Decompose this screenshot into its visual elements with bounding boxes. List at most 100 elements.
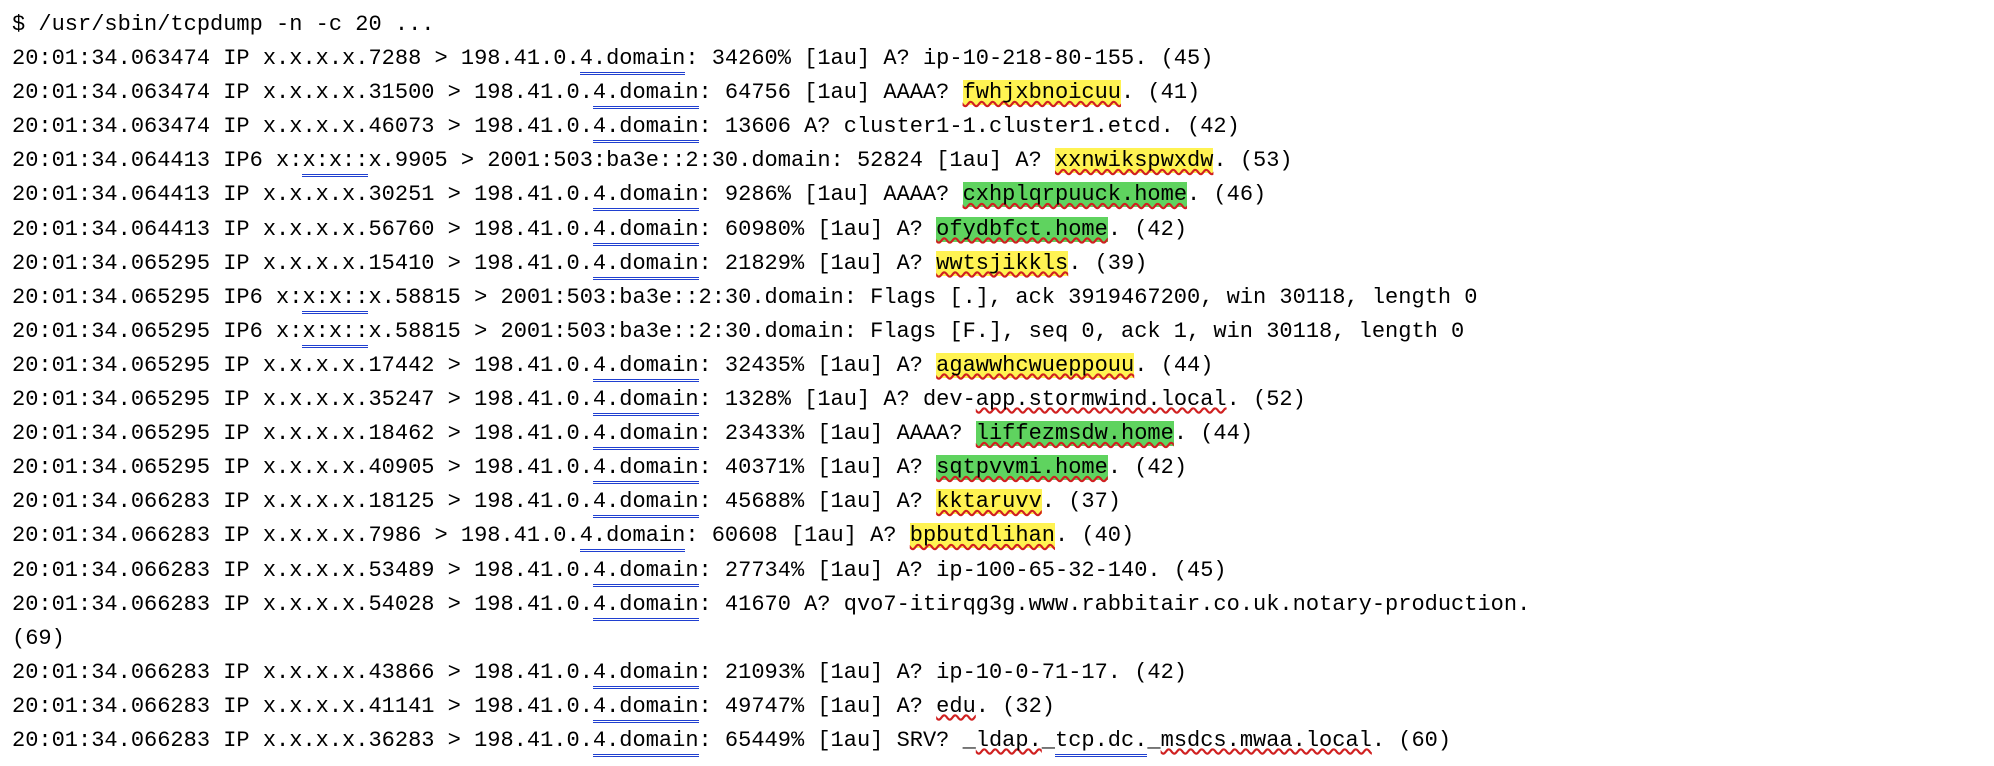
text-segment: 20:01:34.066283 IP x.x.x.x.43866 > 198.4… xyxy=(12,660,593,685)
text-segment: . (40) xyxy=(1055,523,1134,548)
text-segment: : 21093% [1au] A? ip-10-0-71-17. (42) xyxy=(699,660,1187,685)
text-segment: 4.domain xyxy=(593,251,699,280)
text-segment: liffezmsdw.home xyxy=(976,421,1174,446)
tcpdump-line-4: 20:01:34.064413 IP x.x.x.x.30251 > 198.4… xyxy=(12,178,1982,212)
text-segment: 20:01:34.065295 IP6 x: xyxy=(12,285,302,310)
text-segment: 4.domain xyxy=(593,558,699,587)
text-segment: . (37) xyxy=(1042,489,1121,514)
text-segment: . (42) xyxy=(1108,217,1187,242)
text-segment: . (44) xyxy=(1174,421,1253,446)
tcpdump-line-16: 20:01:34.066283 IP x.x.x.x.54028 > 198.4… xyxy=(12,588,1982,622)
text-segment: : 13606 A? cluster1-1.cluster1.etcd. (42… xyxy=(699,114,1240,139)
text-segment: x.58815 > 2001:503:ba3e::2:30.domain: Fl… xyxy=(368,319,1464,344)
text-segment: 20:01:34.066283 IP x.x.x.x.36283 > 198.4… xyxy=(12,728,593,753)
text-segment: ofydbfct.home xyxy=(936,217,1108,242)
text-segment: 4.domain xyxy=(593,455,699,484)
tcpdump-line-6: 20:01:34.065295 IP x.x.x.x.15410 > 198.4… xyxy=(12,247,1982,281)
text-segment: : 27734% [1au] A? ip-100-65-32-140. (45) xyxy=(699,558,1227,583)
tcpdump-line-5: 20:01:34.064413 IP x.x.x.x.56760 > 198.4… xyxy=(12,213,1982,247)
tcpdump-line-8: 20:01:34.065295 IP6 x:x:x::x.58815 > 200… xyxy=(12,315,1982,349)
text-segment: (69) xyxy=(12,626,65,651)
tcpdump-line-12: 20:01:34.065295 IP x.x.x.x.40905 > 198.4… xyxy=(12,451,1982,485)
text-segment: 4.domain xyxy=(593,660,699,689)
text-segment: 4.domain xyxy=(593,489,699,518)
text-segment: : 21829% [1au] A? xyxy=(699,251,937,276)
text-segment: 4.domain xyxy=(593,114,699,143)
tcpdump-line-3: 20:01:34.064413 IP6 x:x:x::x.9905 > 2001… xyxy=(12,144,1982,178)
tcpdump-line-1: 20:01:34.063474 IP x.x.x.x.31500 > 198.4… xyxy=(12,76,1982,110)
text-segment: 4.domain xyxy=(593,728,699,757)
text-segment: agawwhcwueppouu xyxy=(936,353,1134,378)
text-segment: _ xyxy=(1042,728,1055,753)
text-segment: : 40371% [1au] A? xyxy=(699,455,937,480)
terminal-output: $ /usr/sbin/tcpdump -n -c 20 ... 20:01:34… xyxy=(12,8,1982,758)
text-segment: fwhjxbnoicuu xyxy=(963,80,1121,105)
tcpdump-line-14: 20:01:34.066283 IP x.x.x.x.7986 > 198.41… xyxy=(12,519,1982,553)
text-segment: 20:01:34.063474 IP x.x.x.x.46073 > 198.4… xyxy=(12,114,593,139)
text-segment: : 65449% [1au] SRV? _ xyxy=(699,728,976,753)
tcpdump-line-15: 20:01:34.066283 IP x.x.x.x.53489 > 198.4… xyxy=(12,554,1982,588)
text-segment: 20:01:34.066283 IP x.x.x.x.53489 > 198.4… xyxy=(12,558,593,583)
text-segment: sqtpvvmi.home xyxy=(936,455,1108,480)
text-segment: . (44) xyxy=(1134,353,1213,378)
text-segment: 20:01:34.065295 IP x.x.x.x.35247 > 198.4… xyxy=(12,387,593,412)
text-segment: . (32) xyxy=(976,694,1055,719)
text-segment: x.9905 > 2001:503:ba3e::2:30.domain: 528… xyxy=(368,148,1055,173)
text-segment: bpbutdlihan xyxy=(910,523,1055,548)
tcpdump-line-7: 20:01:34.065295 IP6 x:x:x::x.58815 > 200… xyxy=(12,281,1982,315)
text-segment: : 64756 [1au] AAAA? xyxy=(699,80,963,105)
text-segment: kktaruvv xyxy=(936,489,1042,514)
text-segment: : 45688% [1au] A? xyxy=(699,489,937,514)
text-segment: 20:01:34.065295 IP x.x.x.x.15410 > 198.4… xyxy=(12,251,593,276)
tcpdump-line-2: 20:01:34.063474 IP x.x.x.x.46073 > 198.4… xyxy=(12,110,1982,144)
text-segment: edu xyxy=(936,694,976,719)
text-segment: . (41) xyxy=(1121,80,1200,105)
text-segment: wwtsjikkls xyxy=(936,251,1068,276)
text-segment: . (39) xyxy=(1068,251,1147,276)
text-segment: 4.domain xyxy=(593,217,699,246)
text-segment: : 60980% [1au] A? xyxy=(699,217,937,242)
text-segment: 20:01:34.064413 IP x.x.x.x.30251 > 198.4… xyxy=(12,182,593,207)
text-segment: : 9286% [1au] AAAA? xyxy=(699,182,963,207)
text-segment: . (53) xyxy=(1213,148,1292,173)
tcpdump-line-10: 20:01:34.065295 IP x.x.x.x.35247 > 198.4… xyxy=(12,383,1982,417)
text-segment: 20:01:34.065295 IP x.x.x.x.18462 > 198.4… xyxy=(12,421,593,446)
text-segment: x:x:: xyxy=(302,319,368,348)
text-segment: 4.domain xyxy=(593,694,699,723)
text-segment: 4.domain xyxy=(593,353,699,382)
tcpdump-line-18: 20:01:34.066283 IP x.x.x.x.43866 > 198.4… xyxy=(12,656,1982,690)
text-segment: tcp.dc. xyxy=(1055,728,1147,757)
text-segment: 20:01:34.065295 IP x.x.x.x.40905 > 198.4… xyxy=(12,455,593,480)
text-segment: x:x:: xyxy=(302,148,368,177)
text-segment: . (60) xyxy=(1372,728,1451,753)
text-segment: 20:01:34.064413 IP x.x.x.x.56760 > 198.4… xyxy=(12,217,593,242)
text-segment: msdcs.mwaa.local xyxy=(1161,728,1372,753)
text-segment: ldap. xyxy=(976,728,1042,753)
text-segment: x:x:: xyxy=(302,285,368,314)
text-segment: . (46) xyxy=(1187,182,1266,207)
text-segment: 20:01:34.065295 IP6 x: xyxy=(12,319,302,344)
text-segment: 20:01:34.064413 IP6 x: xyxy=(12,148,302,173)
text-segment: 4.domain xyxy=(593,592,699,621)
text-segment: : 60608 [1au] A? xyxy=(685,523,909,548)
text-segment: 20:01:34.065295 IP x.x.x.x.17442 > 198.4… xyxy=(12,353,593,378)
tcpdump-line-17: (69) xyxy=(12,622,1982,656)
text-segment: 4.domain xyxy=(593,421,699,450)
text-segment: app.stormwind.local xyxy=(976,387,1227,412)
text-segment: : 23433% [1au] AAAA? xyxy=(699,421,976,446)
text-segment: : 32435% [1au] A? xyxy=(699,353,937,378)
tcpdump-line-11: 20:01:34.065295 IP x.x.x.x.18462 > 198.4… xyxy=(12,417,1982,451)
text-segment: : 34260% [1au] A? ip-10-218-80-155. (45) xyxy=(685,46,1213,71)
text-segment: cxhplqrpuuck.home xyxy=(963,182,1187,207)
text-segment: . (42) xyxy=(1108,455,1187,480)
text-segment: 20:01:34.066283 IP x.x.x.x.41141 > 198.4… xyxy=(12,694,593,719)
text-segment: 20:01:34.063474 IP x.x.x.x.31500 > 198.4… xyxy=(12,80,593,105)
text-segment: x.58815 > 2001:503:ba3e::2:30.domain: Fl… xyxy=(368,285,1477,310)
text-segment: xxnwikspwxdw xyxy=(1055,148,1213,173)
text-segment: : 41670 A? qvo7-itirqg3g.www.rabbitair.c… xyxy=(699,592,1531,617)
text-segment: . (52) xyxy=(1227,387,1306,412)
command-text: $ /usr/sbin/tcpdump -n -c 20 ... xyxy=(12,12,434,37)
text-segment: : 49747% [1au] A? xyxy=(699,694,937,719)
text-segment: 4.domain xyxy=(580,523,686,552)
text-segment: 20:01:34.066283 IP x.x.x.x.18125 > 198.4… xyxy=(12,489,593,514)
